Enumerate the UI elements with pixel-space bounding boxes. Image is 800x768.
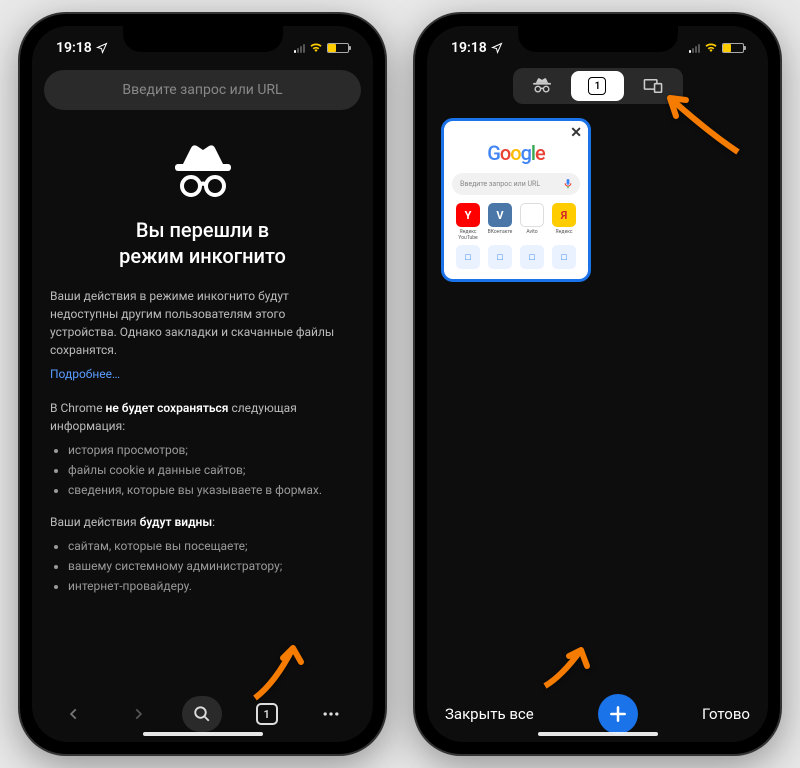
back-button[interactable] [54,694,94,734]
visible-heading: Ваши действия будут видны: [50,513,355,531]
tab-group-switcher: 1 [513,68,683,104]
incognito-tabs-segment[interactable] [516,71,569,101]
omnibox[interactable]: Введите запрос или URL [44,70,361,110]
close-all-button[interactable]: Закрыть все [445,705,534,723]
battery-icon [722,43,744,53]
wifi-icon [704,41,718,55]
omnibox-placeholder: Введите запрос или URL [122,82,282,98]
not-saved-heading: В Chrome не будет сохраняться следующая … [50,399,355,435]
list-item: файлы cookie и данные сайтов; [68,461,355,479]
google-logo: Google [452,141,580,165]
location-icon [491,42,503,54]
screen-tab-switcher: 19:18 1 [427,26,768,742]
incognito-icon [531,78,553,94]
list-item: сайтам, которые вы посещаете; [68,537,355,555]
tabs-grid: ✕ Google Введите запрос или URL Y Яндекс… [427,112,768,686]
incognito-icon [171,144,235,200]
done-button[interactable]: Готово [702,705,750,723]
visible-list: сайтам, которые вы посещаете; вашему сис… [50,537,355,595]
shortcut-tile: Avito [518,203,546,241]
devices-icon [643,79,663,93]
list-item: интернет-провайдеру. [68,577,355,595]
incognito-content: Вы перешли в режим инкогнито Ваши действ… [32,116,373,686]
notch [123,26,283,52]
phone-left: 19:18 Введите запрос или URL [20,14,385,754]
list-item: вашему системному администратору; [68,557,355,575]
shortcut-tile: Y Яндекс YouTube [454,203,482,241]
location-icon [96,42,108,54]
shortcut-tile: Я Яндекс [550,203,578,241]
not-saved-list: история просмотров; файлы cookie и данны… [50,441,355,499]
battery-icon [327,43,349,53]
close-tab-button[interactable]: ✕ [570,125,582,141]
search-icon [193,705,211,723]
forward-button[interactable] [118,694,158,734]
plus-icon [608,704,628,724]
incognito-description: Ваши действия в режиме инкогнито будут н… [50,287,355,359]
synced-tabs-segment[interactable] [626,71,679,101]
list-item: история просмотров; [68,441,355,459]
wifi-icon [309,41,323,55]
signal-icon [689,43,700,53]
menu-button[interactable] [311,694,351,734]
list-item: сведения, которые вы указываете в формах… [68,481,355,499]
preview-searchbar: Введите запрос или URL [452,173,580,195]
regular-tabs-segment[interactable]: 1 [571,71,624,101]
home-indicator[interactable] [143,732,263,736]
tabs-icon: 1 [256,703,278,725]
clock: 19:18 [451,40,487,56]
more-icon [321,704,341,724]
tab-preview: Google Введите запрос или URL Y Яндекс Y… [444,121,588,277]
learn-more-link[interactable]: Подробнее… [50,367,120,381]
mic-icon [564,179,572,189]
incognito-title: Вы перешли в режим инкогнито [50,217,355,269]
search-button[interactable] [182,694,222,734]
notch [518,26,678,52]
phone-right: 19:18 1 [415,14,780,754]
tabs-count-icon: 1 [588,77,606,95]
signal-icon [294,43,305,53]
home-indicator[interactable] [538,732,658,736]
new-tab-button[interactable] [598,694,638,734]
tab-card[interactable]: ✕ Google Введите запрос или URL Y Яндекс… [441,118,591,282]
shortcut-tile: V ВКонтакте [486,203,514,241]
screen-incognito: 19:18 Введите запрос или URL [32,26,373,742]
tabs-button[interactable]: 1 [247,694,287,734]
clock: 19:18 [56,40,92,56]
